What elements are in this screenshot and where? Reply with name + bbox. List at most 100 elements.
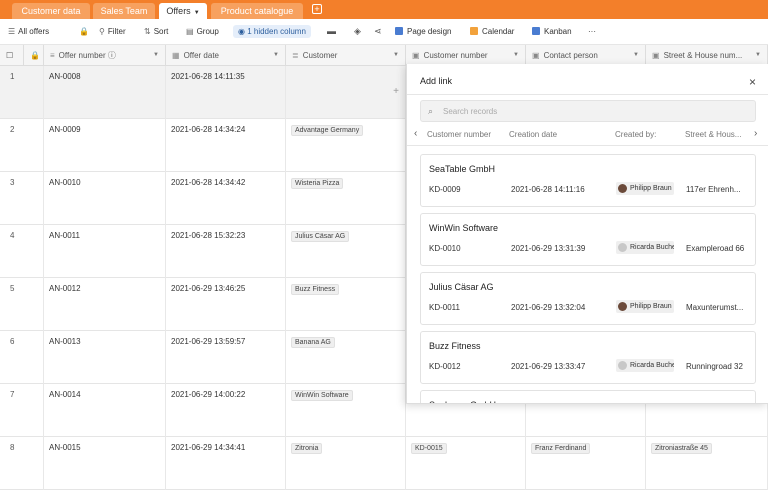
close-icon[interactable]: × [749,75,756,89]
column-header-offer-number[interactable]: ≡ Offer number ⓘ ▼ [44,45,166,66]
customer-cell[interactable]: Wisteria Pizza [286,172,406,225]
select-all-checkbox[interactable]: ☐ [0,45,24,66]
filter-button[interactable]: ⚲ Filter [99,27,126,36]
row-number[interactable]: 4 [0,225,44,278]
lock-icon[interactable]: 🔒 [79,27,89,36]
customer-cell[interactable]: Banana AG [286,331,406,384]
tab-customer-data[interactable]: Customer data [12,3,90,19]
column-label: Customer [302,51,338,60]
record-creator: Philipp Braun [616,182,674,195]
offer-number-cell[interactable]: AN-0009 [44,119,166,172]
row-number[interactable]: 1 [0,66,44,119]
row-number[interactable]: 5 [0,278,44,331]
cell-text: AN-0012 [49,284,81,293]
sort-icon: ⇅ [144,27,151,36]
share-icon[interactable]: ⋖ [374,26,382,37]
row-number[interactable]: 8 [0,437,44,490]
customer-cell[interactable]: Zitronia [286,437,406,490]
cell-text: 2 [10,125,15,134]
divider [407,145,768,146]
chevron-down-icon[interactable]: ▼ [755,45,761,66]
add-link-icon[interactable]: + [393,86,399,97]
cell-text: 2021-06-28 14:11:35 [171,72,245,81]
offer-date-cell[interactable]: 2021-06-29 14:00:22 [166,384,286,437]
column-header-street[interactable]: ▣ Street & House num... ▼ [646,45,768,66]
link-chip: Zitronia [291,443,323,454]
column-header-contact-person[interactable]: ▣ Contact person ▼ [526,45,646,66]
cell-text: 1 [10,72,15,81]
chevron-down-icon[interactable]: ▼ [273,45,279,66]
record-creation-date: 2021-06-29 13:33:47 [511,362,586,371]
contact-person-cell[interactable]: Franz Ferdinand [526,437,646,490]
offer-date-cell[interactable]: 2021-06-28 14:34:24 [166,119,286,172]
customer-cell[interactable]: Advantage Germany [286,119,406,172]
record-card[interactable]: SeaTable GmbH KD-0009 2021-06-28 14:11:16 P… [420,154,756,207]
offer-date-cell[interactable]: 2021-06-28 14:11:35 [166,66,286,119]
offer-number-cell[interactable]: AN-0008 [44,66,166,119]
record-card[interactable]: WinWin Software KD-0010 2021-06-29 13:31:3… [420,213,756,266]
column-label: Offer date [183,51,219,60]
page-design-button[interactable]: Page design [395,27,451,36]
search-input[interactable] [443,104,743,118]
record-street: 117er Ehrenh... [686,185,741,194]
offer-date-cell[interactable]: 2021-06-29 13:46:25 [166,278,286,331]
offer-number-cell[interactable]: AN-0014 [44,384,166,437]
record-title: SeaTable GmbH [429,164,496,174]
row-number[interactable]: 6 [0,331,44,384]
customer-cell[interactable]: Buzz Fitness [286,278,406,331]
add-table-button[interactable]: + [312,4,322,14]
row-number[interactable]: 7 [0,384,44,437]
street-cell[interactable]: Zitroniastraße 45 [646,437,768,490]
record-card[interactable]: Buzz Fitness KD-0012 2021-06-29 13:33:47 Ri… [420,331,756,384]
group-button[interactable]: ▤ Group [186,27,219,36]
chevron-down-icon[interactable]: ▼ [633,45,639,66]
chevron-down-icon[interactable]: ▼ [513,45,519,66]
record-card[interactable]: Sunbeam GmbH [420,390,756,403]
table-row[interactable]: 8 AN-0015 2021-06-29 14:34:41 Zitronia KD-00… [0,437,768,490]
sort-label: Sort [153,27,169,36]
customer-cell[interactable]: Julius Cäsar AG [286,225,406,278]
record-customer-number: KD-0009 [429,185,461,194]
offer-number-cell[interactable]: AN-0012 [44,278,166,331]
row-number[interactable]: 2 [0,119,44,172]
column-header-offer-date[interactable]: ▦ Offer date ▼ [166,45,286,66]
offer-number-cell[interactable]: AN-0010 [44,172,166,225]
avatar [618,184,627,193]
views-menu[interactable]: ☰ All offers [8,27,49,36]
creator-name: Philipp Braun [630,303,672,310]
calendar-button[interactable]: Calendar [470,27,514,36]
customer-cell[interactable]: WinWin Software [286,384,406,437]
record-column-headers: ‹ Customer number Creation date Created … [407,128,768,142]
link-chip: Zitroniastraße 45 [651,443,712,454]
paint-bucket-icon[interactable]: ◈ [354,26,361,37]
sort-button[interactable]: ⇅ Sort [144,27,168,36]
offer-date-cell[interactable]: 2021-06-28 15:32:23 [166,225,286,278]
tab-sales-team[interactable]: Sales Team [93,3,155,19]
tab-offers[interactable]: Offers ▼ [159,3,207,19]
offer-date-cell[interactable]: 2021-06-29 14:34:41 [166,437,286,490]
tab-product-catalogue[interactable]: Product catalogue [211,3,303,19]
column-header-customer-number[interactable]: ▣ Customer number ▼ [406,45,526,66]
chevron-left-icon[interactable]: ‹ [414,128,417,139]
cell-text: 7 [10,390,15,399]
more-button[interactable]: ··· [588,27,596,36]
chevron-down-icon[interactable]: ▼ [153,45,159,66]
row-height-icon[interactable]: ▬ [327,26,336,36]
offer-number-cell[interactable]: AN-0015 [44,437,166,490]
customer-cell[interactable]: + [286,66,406,119]
record-card[interactable]: Julius Cäsar AG KD-0011 2021-06-29 13:32:0… [420,272,756,325]
customer-number-cell[interactable]: KD-0015 [406,437,526,490]
chevron-down-icon[interactable]: ▼ [393,45,399,66]
offer-date-cell[interactable]: 2021-06-28 14:34:42 [166,172,286,225]
kanban-button[interactable]: Kanban [532,27,572,36]
chevron-right-icon[interactable]: › [754,128,757,139]
offer-date-cell[interactable]: 2021-06-29 13:59:57 [166,331,286,384]
row-number[interactable]: 3 [0,172,44,225]
column-header-customer[interactable]: ≣ Customer ▼ [286,45,406,66]
chevron-down-icon[interactable]: ▼ [194,10,200,16]
offer-number-cell[interactable]: AN-0011 [44,225,166,278]
cell-text: 5 [10,284,15,293]
group-label: Group [196,27,219,36]
hidden-columns-button[interactable]: ◉ 1 hidden column [233,25,311,38]
offer-number-cell[interactable]: AN-0013 [44,331,166,384]
